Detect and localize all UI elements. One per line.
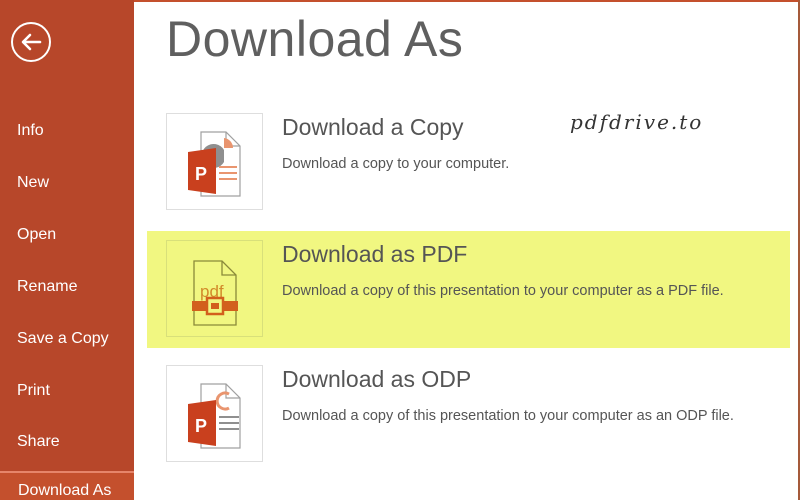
icon-tile: P: [166, 365, 263, 462]
arrow-left-icon: [21, 33, 42, 51]
sidebar: Info New Open Rename Save a Copy Print S…: [0, 0, 134, 500]
page-title: Download As: [166, 11, 464, 67]
option-description: Download a copy to your computer.: [282, 156, 510, 172]
sidebar-item-share[interactable]: Share: [17, 433, 60, 451]
pdf-file-icon: pdf: [192, 260, 238, 326]
sidebar-item-download-as[interactable]: Download As: [0, 471, 134, 500]
option-title: Download as ODP: [282, 366, 472, 392]
download-pdf-option[interactable]: pdf Download as PDF Download a copy of t…: [147, 231, 790, 348]
sidebar-item-info[interactable]: Info: [17, 122, 44, 140]
option-description: Download a copy of this presentation to …: [282, 408, 734, 424]
icon-tile: pdf: [166, 240, 263, 337]
back-button[interactable]: [11, 22, 51, 62]
sidebar-item-label: Download As: [18, 482, 112, 499]
icon-tile: P: [166, 113, 263, 210]
option-title: Download as PDF: [282, 241, 468, 267]
svg-text:P: P: [195, 164, 207, 184]
sidebar-item-save-a-copy[interactable]: Save a Copy: [17, 330, 109, 348]
powerpoint-file-icon: P: [188, 131, 241, 197]
sidebar-item-new[interactable]: New: [17, 174, 49, 192]
svg-text:P: P: [195, 416, 207, 436]
download-odp-option[interactable]: P Download as ODP Download a copy of thi…: [147, 356, 790, 473]
sidebar-item-print[interactable]: Print: [17, 382, 50, 400]
download-copy-option[interactable]: P Download a Copy Download a copy to you…: [147, 104, 790, 221]
option-description: Download a copy of this presentation to …: [282, 283, 724, 299]
option-title: Download a Copy: [282, 114, 464, 140]
sidebar-item-open[interactable]: Open: [17, 226, 56, 244]
sidebar-item-rename[interactable]: Rename: [17, 278, 77, 296]
odp-file-icon: P: [188, 383, 241, 449]
